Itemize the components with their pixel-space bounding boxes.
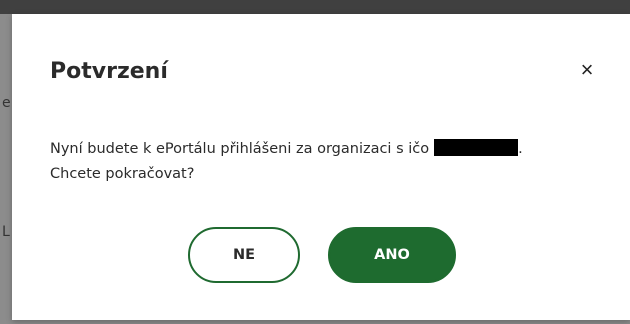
- confirm-button[interactable]: ANO: [328, 227, 456, 283]
- message-line1: Nyní budete k ePortálu přihlášeni za org…: [50, 141, 430, 157]
- message-line1-end: .: [518, 141, 523, 157]
- dialog-message: Nyní budete k ePortálu přihlášeni za org…: [50, 137, 610, 187]
- dialog-title: Potvrzení: [50, 59, 168, 84]
- confirmation-dialog: Potvrzení × Nyní budete k ePortálu přihl…: [12, 14, 630, 320]
- cancel-button[interactable]: NE: [188, 227, 300, 283]
- close-icon[interactable]: ×: [575, 58, 599, 82]
- message-line2: Chcete pokračovat?: [50, 166, 195, 182]
- redacted-ico: [434, 139, 519, 156]
